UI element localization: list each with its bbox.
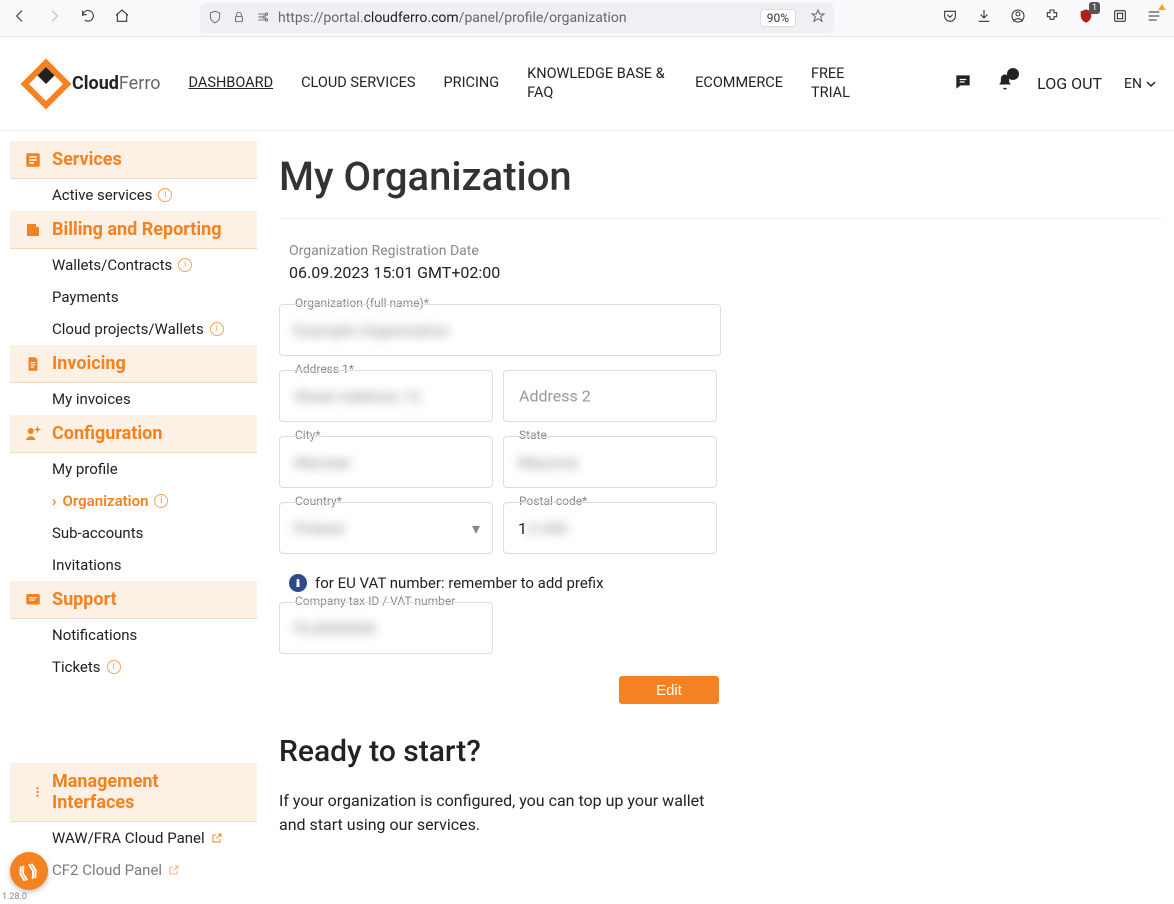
notification-dot [1007,68,1019,80]
info-icon [289,574,307,592]
back-icon[interactable] [12,8,28,28]
shield-icon[interactable] [208,9,222,28]
sidebar-item-sub-accounts[interactable]: Sub-accounts [10,517,257,549]
ready-text: If your organization is configured, you … [279,789,719,837]
version-label: 1.28.0 [2,892,27,902]
zoom-badge[interactable]: 90% [760,9,796,27]
pocket-icon[interactable] [942,8,958,28]
bookmark-star-icon[interactable] [810,8,826,28]
info-icon: i [178,258,192,272]
home-icon[interactable] [114,8,130,28]
nav-free-trial[interactable]: FREE TRIAL [811,65,881,103]
sidebar-item-organization[interactable]: › Organization i [10,485,257,517]
vat-field[interactable]: Company tax ID / VAT number PL0000000 [279,602,493,654]
sidebar-header-billing[interactable]: Billing and Reporting [10,211,257,249]
nav-cloud-services[interactable]: CLOUD SERVICES [301,74,415,93]
main-content: My Organization Organization Registratio… [257,131,1174,886]
chat-icon[interactable] [953,72,973,96]
container-icon[interactable] [1112,8,1128,28]
main-nav: DASHBOARD CLOUD SERVICES PRICING KNOWLED… [189,65,926,103]
chevron-down-icon: ▾ [472,519,480,538]
address1-field[interactable]: Address 1* Street Address 12 [279,370,493,422]
postal-field[interactable]: Postal code* 12-345 [503,502,717,554]
browser-toolbar: https://portal.cloudferro.com/panel/prof… [0,0,1174,37]
sidebar-header-invoicing[interactable]: Invoicing [10,345,257,383]
language-selector[interactable]: EN [1124,76,1156,92]
chevron-down-icon [1146,79,1156,89]
nav-logout[interactable]: LOG OUT [1037,74,1102,93]
sidebar-item-my-invoices[interactable]: My invoices [10,383,257,415]
external-link-icon [168,864,180,876]
country-field[interactable]: Country* Poland▾ [279,502,493,554]
address-bar[interactable]: https://portal.cloudferro.com/panel/prof… [200,3,834,33]
city-field[interactable]: City* Warsaw [279,436,493,488]
sidebar-header-management[interactable]: Management Interfaces [10,763,257,822]
sidebar-item-waw-fra-panel[interactable]: WAW/FRA Cloud Panel [10,822,257,854]
reload-icon[interactable] [80,8,96,28]
sidebar-item-payments[interactable]: Payments [10,281,257,313]
sidebar-item-my-profile[interactable]: My profile [10,453,257,485]
nav-kb-faq[interactable]: KNOWLEDGE BASE & FAQ [527,65,667,103]
page-title: My Organization [279,153,1162,200]
forward-icon [46,8,62,28]
url-text: https://portal.cloudferro.com/panel/prof… [278,10,627,26]
chat-widget-button[interactable]: ⟪⟫ [10,852,48,890]
sidebar-item-tickets[interactable]: Ticketsi [10,651,257,683]
org-name-field[interactable]: Organization (full name)* Example Organi… [279,304,721,356]
sidebar-header-configuration[interactable]: Configuration [10,415,257,453]
nav-pricing[interactable]: PRICING [444,74,500,93]
nav-dashboard[interactable]: DASHBOARD [189,74,274,93]
address2-field[interactable]: Address 2 [503,370,717,422]
sidebar-item-active-services[interactable]: Active servicesi [10,179,257,211]
edit-button[interactable]: Edit [619,676,719,704]
downloads-icon[interactable] [976,8,992,28]
sidebar: Services Active servicesi Billing and Re… [0,131,257,886]
info-icon: i [107,660,121,674]
external-link-icon [211,832,223,844]
sidebar-item-cloud-projects[interactable]: Cloud projects/Walletsi [10,313,257,345]
notifications-icon[interactable] [995,72,1015,96]
lock-icon[interactable] [232,9,246,28]
sidebar-header-support[interactable]: Support [10,581,257,619]
logo[interactable]: CloudFerro [28,66,161,102]
sidebar-item-invitations[interactable]: Invitations [10,549,257,581]
info-icon: i [158,188,172,202]
logo-mark-icon [21,58,72,109]
menu-icon[interactable] [1146,8,1162,28]
info-icon: i [154,494,168,508]
sidebar-header-services[interactable]: Services [10,141,257,179]
app-header: CloudFerro DASHBOARD CLOUD SERVICES PRIC… [0,37,1174,131]
nav-ecommerce[interactable]: ECOMMERCE [695,74,783,93]
info-icon: i [210,322,224,336]
divider [279,218,1162,219]
account-icon[interactable] [1010,8,1026,28]
vat-hint: for EU VAT number: remember to add prefi… [289,574,721,592]
sidebar-item-wallets[interactable]: Wallets/Contractsi [10,249,257,281]
extensions-icon[interactable] [1044,8,1060,28]
registration-date-label: Organization Registration Date [289,243,1162,259]
registration-date-value: 06.09.2023 15:01 GMT+02:00 [289,263,1162,282]
ready-title: Ready to start? [279,734,1162,769]
chevron-right-icon: › [52,492,57,510]
state-field[interactable]: State Mazovia [503,436,717,488]
adblock-icon[interactable]: 1 [1078,8,1094,28]
permissions-icon[interactable] [256,9,270,28]
sidebar-item-notifications[interactable]: Notifications [10,619,257,651]
